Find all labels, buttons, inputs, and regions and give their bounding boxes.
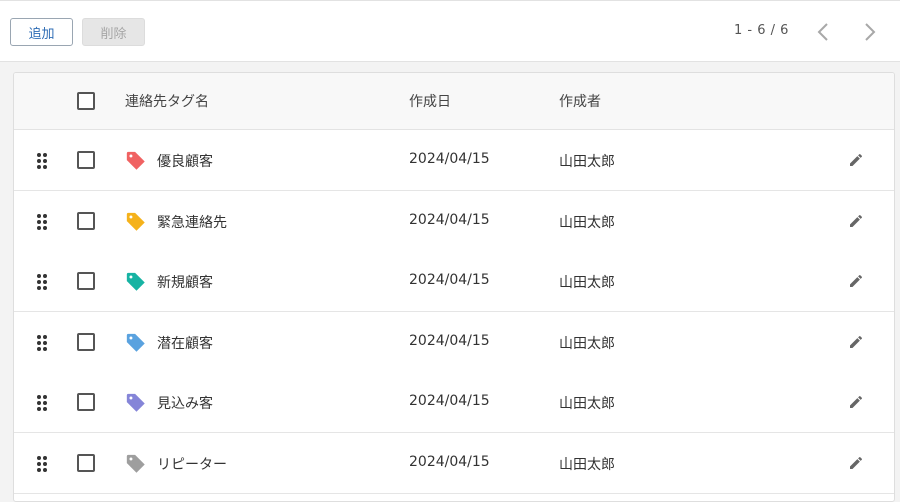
pencil-icon[interactable] — [848, 334, 864, 350]
tag-name: 潜在顧客 — [157, 335, 213, 352]
author: 山田太郎 — [559, 154, 615, 170]
author: 山田太郎 — [559, 396, 615, 412]
column-header-tag-name[interactable]: 連絡先タグ名 — [125, 91, 209, 111]
tag-icon — [126, 151, 145, 170]
tag-icon — [126, 333, 145, 352]
tag-name: 緊急連絡先 — [157, 214, 227, 231]
column-header-created-date[interactable]: 作成日 — [409, 91, 451, 111]
pencil-icon[interactable] — [848, 213, 864, 229]
pagination-info: 1 - 6 / 6 — [734, 23, 789, 38]
tag-icon — [126, 212, 145, 231]
tag-name: リピーター — [157, 456, 227, 473]
table-row: リピーター 2024/04/15 山田太郎 — [14, 432, 894, 494]
author: 山田太郎 — [559, 456, 615, 473]
chevron-left-icon[interactable] — [813, 20, 833, 44]
author: 山田太郎 — [559, 275, 615, 291]
created-date: 2024/04/15 — [409, 151, 490, 167]
pencil-icon[interactable] — [848, 455, 864, 471]
row-checkbox[interactable] — [77, 332, 95, 351]
tag-name: 新規顧客 — [157, 275, 213, 291]
table-row: 潜在顧客 2024/04/15 山田太郎 — [14, 311, 894, 373]
table-row: 新規顧客 2024/04/15 山田太郎 — [14, 251, 894, 312]
created-date: 2024/04/15 — [409, 332, 490, 349]
table-row: 緊急連絡先 2024/04/15 山田太郎 — [14, 190, 894, 252]
tag-icon — [126, 393, 145, 412]
created-date: 2024/04/15 — [409, 211, 490, 228]
toolbar: 追加 削除 1 - 6 / 6 — [0, 0, 900, 62]
row-checkbox[interactable] — [77, 453, 95, 472]
drag-handle-icon[interactable] — [36, 273, 48, 291]
author: 山田太郎 — [559, 335, 615, 352]
row-checkbox[interactable] — [77, 151, 95, 169]
pencil-icon[interactable] — [848, 152, 864, 168]
row-checkbox[interactable] — [77, 272, 95, 290]
select-all-checkbox[interactable] — [77, 92, 95, 110]
table-row: 見込み客 2024/04/15 山田太郎 — [14, 372, 894, 433]
pencil-icon[interactable] — [848, 273, 864, 289]
tag-icon — [126, 272, 145, 291]
delete-button[interactable]: 削除 — [82, 18, 145, 46]
created-date: 2024/04/15 — [409, 272, 490, 288]
tag-table: 連絡先タグ名 作成日 作成者 優良顧客 2024/04/15 山田太郎 緊急連絡先 20… — [13, 72, 895, 502]
author: 山田太郎 — [559, 214, 615, 231]
tag-icon — [126, 454, 145, 473]
row-checkbox[interactable] — [77, 211, 95, 230]
drag-handle-icon[interactable] — [36, 334, 48, 352]
row-checkbox[interactable] — [77, 393, 95, 411]
drag-handle-icon[interactable] — [36, 394, 48, 412]
table-row: 優良顧客 2024/04/15 山田太郎 — [14, 130, 894, 191]
chevron-right-icon[interactable] — [860, 20, 880, 44]
drag-handle-icon[interactable] — [36, 152, 48, 170]
created-date: 2024/04/15 — [409, 453, 490, 470]
table-header: 連絡先タグ名 作成日 作成者 — [14, 73, 894, 130]
column-header-author[interactable]: 作成者 — [559, 91, 601, 111]
drag-handle-icon[interactable] — [36, 213, 48, 231]
created-date: 2024/04/15 — [409, 393, 490, 409]
tag-name: 優良顧客 — [157, 154, 213, 170]
pencil-icon[interactable] — [848, 394, 864, 410]
drag-handle-icon[interactable] — [36, 455, 48, 473]
add-button[interactable]: 追加 — [10, 18, 73, 46]
tag-name: 見込み客 — [157, 396, 213, 412]
page: 追加 削除 1 - 6 / 6 連絡先タグ名 作成日 作成者 優良顧客 2024/… — [0, 0, 900, 502]
